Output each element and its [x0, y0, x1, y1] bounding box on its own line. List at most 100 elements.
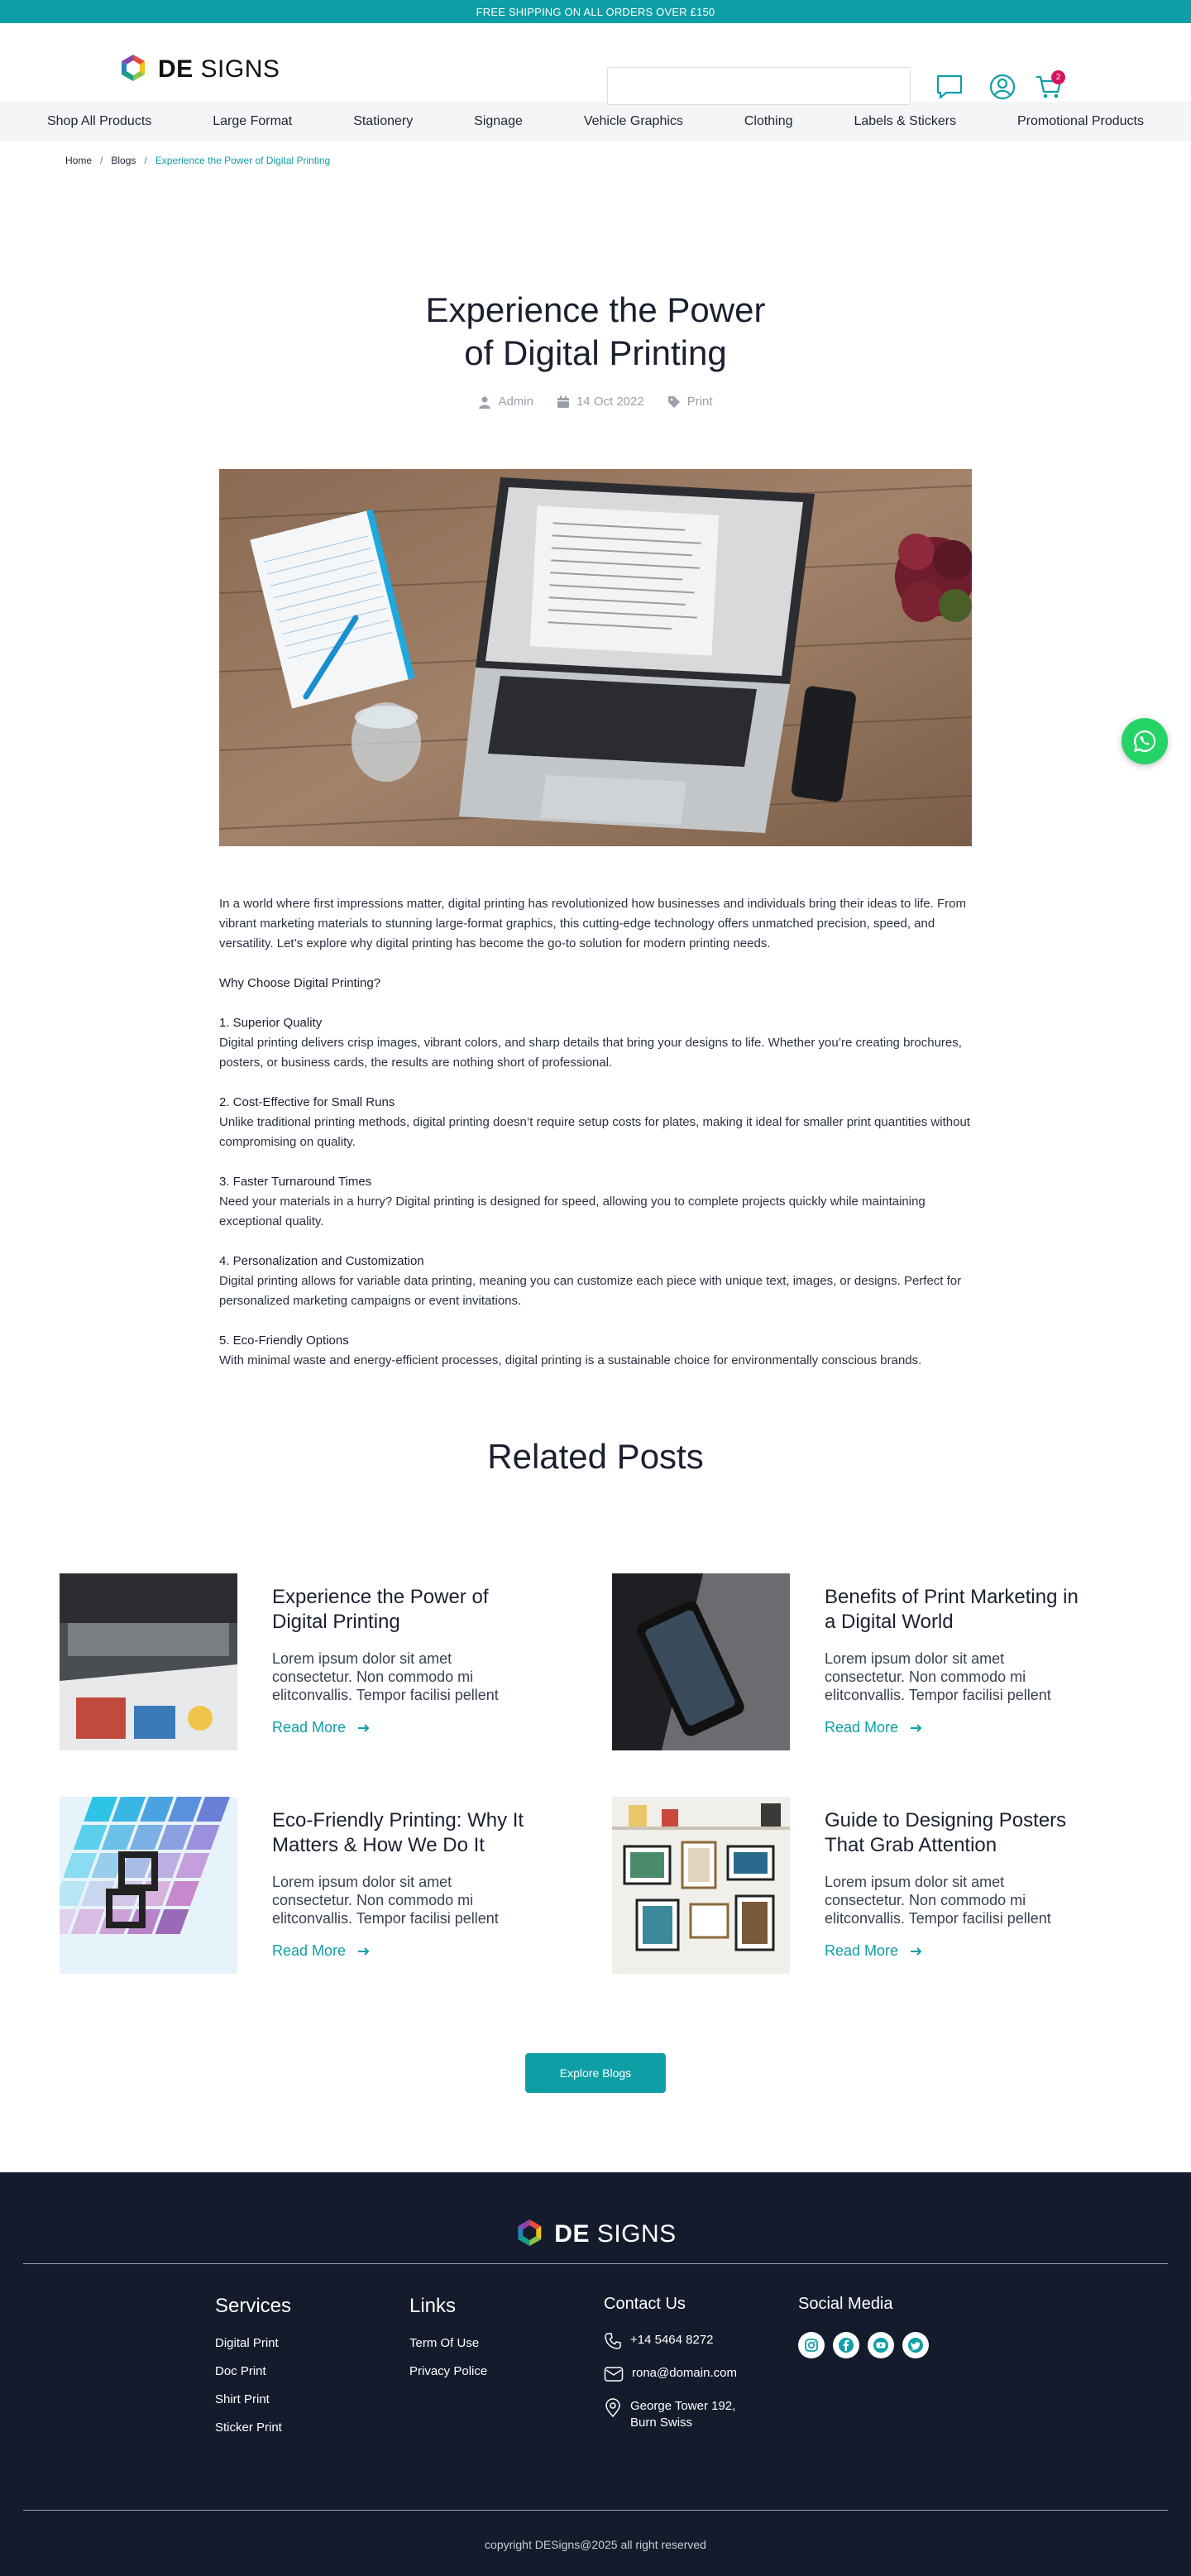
post-author: Admin	[478, 395, 533, 409]
related-post-card[interactable]: Benefits of Print Marketing in a Digital…	[612, 1573, 1131, 1750]
youtube-icon[interactable]	[868, 2332, 894, 2358]
footer-social: Social Media	[798, 2295, 929, 2358]
brand-name: DE SIGNS	[158, 55, 280, 83]
site-header: DE SIGNS 2	[0, 23, 1191, 105]
user-icon[interactable]	[988, 72, 1017, 102]
topbar: FREE SHIPPING ON ALL ORDERS OVER £150	[0, 0, 1191, 23]
footer-link-digital-print[interactable]: Digital Print	[215, 2336, 291, 2350]
nav-item-promotional-products[interactable]: Promotional Products	[1017, 114, 1144, 129]
breadcrumb-blogs[interactable]: Blogs	[111, 155, 136, 166]
read-more-link[interactable]: Read More	[825, 1942, 1081, 1960]
related-post-image[interactable]	[612, 1573, 790, 1750]
post-point: 3. Faster Turnaround Times Need your mate…	[219, 1175, 926, 1228]
related-post-excerpt: Lorem ipsum dolor sit amet consectetur. …	[272, 1650, 499, 1703]
read-more-link[interactable]: Read More	[272, 1719, 529, 1736]
site-footer: DE SIGNS Services Digital Print Doc Prin…	[0, 2172, 1191, 2576]
related-post-image[interactable]	[612, 1797, 790, 1974]
related-posts-grid: Experience the Power of Digital Printing…	[60, 1573, 1131, 1974]
footer-services-title: Services	[215, 2295, 292, 2317]
contact-phone[interactable]: +14 5464 8272	[604, 2332, 737, 2350]
hero-image	[219, 469, 972, 846]
instagram-icon[interactable]	[798, 2332, 825, 2358]
related-post-title[interactable]: Benefits of Print Marketing in a Digital…	[825, 1585, 1081, 1635]
footer-links: Links Term Of Use Privacy Police	[409, 2295, 487, 2392]
footer-link-doc-print[interactable]: Doc Print	[215, 2364, 291, 2378]
calendar-icon	[557, 395, 569, 408]
related-post-image[interactable]	[60, 1797, 237, 1974]
footer-links-title: Links	[409, 2295, 457, 2317]
cart-icon[interactable]: 2	[1034, 70, 1065, 102]
page-title-line-2: of Digital Printing	[464, 333, 727, 372]
post-content: In a world where first impressions matte…	[219, 894, 972, 1371]
chat-icon[interactable]	[935, 72, 964, 102]
brand-logo[interactable]: DE SIGNS	[118, 53, 280, 86]
related-post-title[interactable]: Guide to Designing Posters That Grab Att…	[825, 1808, 1081, 1858]
post-intro: In a world where first impressions matte…	[219, 897, 966, 950]
footer-divider	[23, 2510, 1168, 2511]
post-subheading: Why Choose Digital Printing?	[219, 976, 381, 990]
footer-brand-name: DE SIGNS	[554, 2220, 677, 2248]
copyright-text: copyright DESigns@2025 all right reserve…	[485, 2538, 706, 2551]
topbar-text: FREE SHIPPING ON ALL ORDERS OVER £150	[476, 5, 715, 18]
footer-link-terms[interactable]: Term Of Use	[409, 2336, 487, 2350]
footer-link-sticker-print[interactable]: Sticker Print	[215, 2420, 291, 2435]
tag-icon	[667, 395, 680, 408]
nav-item-labels-stickers[interactable]: Labels & Stickers	[854, 114, 956, 129]
whatsapp-chat-button[interactable]	[1122, 718, 1168, 764]
post-point: 4. Personalization and Customization Digi…	[219, 1254, 962, 1308]
cart-count-badge: 2	[1051, 70, 1065, 84]
breadcrumb-separator: /	[144, 155, 147, 166]
related-post-excerpt: Lorem ipsum dolor sit amet consectetur. …	[825, 1874, 1051, 1927]
nav-item-clothing[interactable]: Clothing	[744, 114, 793, 129]
contact-email[interactable]: rona@domain.com	[604, 2365, 737, 2383]
breadcrumb-current: Experience the Power of Digital Printing	[155, 155, 331, 166]
footer-link-privacy[interactable]: Privacy Police	[409, 2364, 487, 2378]
nav-item-vehicle-graphics[interactable]: Vehicle Graphics	[584, 114, 683, 129]
footer-divider	[23, 2263, 1168, 2264]
footer-contact: Contact Us +14 5464 8272 rona@domain.com…	[604, 2295, 737, 2446]
arrow-right-icon	[911, 1723, 922, 1732]
related-post-image[interactable]	[60, 1573, 237, 1750]
footer-contact-title: Contact Us	[604, 2295, 686, 2313]
contact-address: George Tower 192, Burn Swiss	[604, 2398, 737, 2431]
nav-item-stationery[interactable]: Stationery	[353, 114, 413, 129]
search-input[interactable]	[607, 67, 911, 105]
arrow-right-icon	[358, 1946, 370, 1956]
post-date: 14 Oct 2022	[557, 395, 644, 409]
explore-blogs-button[interactable]: Explore Blogs	[525, 2053, 666, 2093]
breadcrumb-separator: /	[100, 155, 103, 166]
page-title-line-1: Experience the Power	[425, 290, 766, 329]
nav-item-signage[interactable]: Signage	[474, 114, 523, 129]
nav-item-large-format[interactable]: Large Format	[213, 114, 292, 129]
related-post-card[interactable]: Guide to Designing Posters That Grab Att…	[612, 1797, 1131, 1974]
twitter-icon[interactable]	[902, 2332, 929, 2358]
phone-icon	[605, 2333, 621, 2349]
whatsapp-icon	[1134, 730, 1156, 752]
user-icon	[479, 396, 491, 409]
logo-mark-icon	[518, 2219, 542, 2246]
post-point: 2. Cost-Effective for Small Runs Unlike t…	[219, 1095, 970, 1149]
related-post-title[interactable]: Eco-Friendly Printing: Why It Matters & …	[272, 1808, 529, 1858]
related-post-excerpt: Lorem ipsum dolor sit amet consectetur. …	[825, 1650, 1051, 1703]
arrow-right-icon	[911, 1946, 922, 1956]
breadcrumb-home[interactable]: Home	[65, 155, 92, 166]
arrow-right-icon	[358, 1723, 370, 1732]
footer-link-shirt-print[interactable]: Shirt Print	[215, 2392, 291, 2406]
read-more-link[interactable]: Read More	[825, 1719, 1081, 1736]
read-more-link[interactable]: Read More	[272, 1942, 529, 1960]
related-post-card[interactable]: Experience the Power of Digital Printing…	[60, 1573, 579, 1750]
page-title: Experience the Power of Digital Printing	[0, 289, 1191, 375]
explore-wrap: Explore Blogs	[0, 2053, 1191, 2093]
footer-logo[interactable]: DE SIGNS	[514, 2218, 676, 2251]
logo-mark-icon	[122, 55, 145, 81]
facebook-icon[interactable]	[833, 2332, 859, 2358]
related-posts-title: Related Posts	[487, 1437, 704, 1476]
map-pin-icon	[605, 2398, 620, 2418]
related-post-excerpt: Lorem ipsum dolor sit amet consectetur. …	[272, 1874, 499, 1927]
nav-item-shop-all[interactable]: Shop All Products	[47, 114, 151, 129]
post-meta: Admin 14 Oct 2022 Print	[0, 395, 1191, 409]
mail-icon	[604, 2367, 624, 2382]
related-post-card[interactable]: Eco-Friendly Printing: Why It Matters & …	[60, 1797, 579, 1974]
related-post-title[interactable]: Experience the Power of Digital Printing	[272, 1585, 529, 1635]
breadcrumb: Home / Blogs / Experience the Power of D…	[0, 141, 1191, 180]
